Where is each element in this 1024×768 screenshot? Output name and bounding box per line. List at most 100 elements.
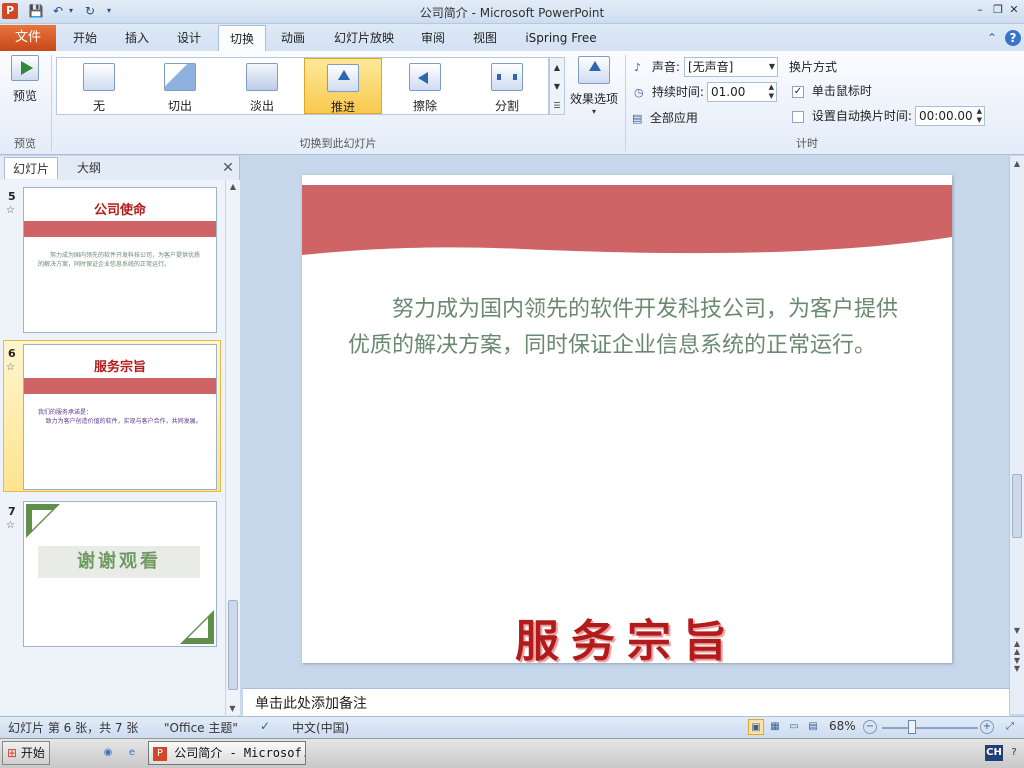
zoom-level[interactable]: 68% [829, 719, 856, 733]
next-slide-icon[interactable]: ▼ ▼ [1010, 657, 1024, 673]
scroll-down-icon[interactable]: ▼ [226, 704, 239, 713]
tab-design[interactable]: 设计 [166, 25, 212, 51]
transition-wipe[interactable]: 擦除 [386, 58, 464, 114]
file-tab[interactable]: 文件 [0, 25, 56, 51]
thumb-body: 努力成为国内领先的软件开发科技公司，为客户提供优质的解决方案，同时保证企业信息系… [38, 252, 201, 268]
transition-push[interactable]: 推进 [304, 58, 382, 114]
zoom-out-icon[interactable]: − [863, 720, 877, 734]
reading-view-icon[interactable]: ▭ [786, 719, 802, 735]
theme-status[interactable]: "Office 主题" [164, 719, 238, 736]
fit-to-window-icon[interactable]: ⤢ [1002, 719, 1018, 735]
ie-browser-icon[interactable]: e [124, 745, 140, 761]
gallery-down-icon[interactable]: ▼ [550, 77, 564, 96]
taskbar-powerpoint-item[interactable]: P 公司简介 - Microsof... [148, 741, 306, 765]
scroll-thumb[interactable] [1012, 474, 1022, 538]
transition-none[interactable]: 无 [60, 58, 138, 114]
scroll-up-icon[interactable]: ▲ [226, 182, 240, 191]
timing-group-label: 计时 [796, 137, 818, 150]
preview-button[interactable]: 预览 [4, 55, 46, 125]
effect-options-button[interactable]: 效果选项 ▾ [567, 56, 621, 126]
apply-all-button[interactable]: ▤ 全部应用 [632, 108, 698, 128]
effect-options-icon [578, 56, 610, 84]
gallery-up-icon[interactable]: ▲ [550, 58, 564, 77]
stepper-arrows-icon: ▲ ▼ [768, 83, 774, 100]
thumb-banner [24, 378, 216, 394]
close-button[interactable]: ✕ [1006, 3, 1022, 17]
close-panel-icon[interactable]: ✕ [220, 160, 236, 176]
on-click-checkbox[interactable]: ✓ [792, 85, 804, 98]
advance-header: 换片方式 [789, 60, 838, 74]
tab-animations[interactable]: 动画 [272, 25, 314, 51]
tab-slides[interactable]: 幻灯片 [4, 157, 58, 179]
normal-view-icon[interactable]: ▣ [748, 719, 764, 735]
effect-options-dropdown-icon: ▾ [591, 107, 596, 116]
slide-number: 7 [8, 505, 16, 518]
sound-dropdown[interactable]: [无声音] ▼ [684, 57, 778, 77]
previous-slide-icon[interactable]: ▲ ▲ [1010, 640, 1024, 656]
collapse-ribbon-icon[interactable]: ⌃ [984, 30, 1000, 46]
corner-decoration [32, 510, 52, 530]
slide-sorter-icon[interactable]: ▦ [767, 719, 783, 735]
panel-scrollbar[interactable]: ▲ ▼ [225, 180, 240, 715]
start-button[interactable]: ⊞ 开始 [2, 741, 50, 765]
transition-split[interactable]: 分割 [468, 58, 546, 114]
transition-fade[interactable]: 淡出 [223, 58, 301, 114]
tab-insert[interactable]: 插入 [114, 25, 160, 51]
tab-home[interactable]: 开始 [62, 25, 108, 51]
tab-review[interactable]: 审阅 [412, 25, 454, 51]
slide-thumbnail-image[interactable]: 公司使命 努力成为国内领先的软件开发科技公司，为客户提供优质的解决方案，同时保证… [23, 187, 217, 333]
slide-thumbnail-image[interactable]: 服务宗旨 我们的服务承诺是： 致力为客户创造价值的软件，实现与客户合作，共同发展… [23, 344, 217, 490]
transition-star-icon: ☆ [6, 205, 15, 216]
slide-body-text[interactable]: 努力成为国内领先的软件开发科技公司，为客户提供优质的解决方案，同时保证企业信息系… [348, 292, 908, 364]
gallery-scroll: ▲ ▼ ☰ [549, 57, 565, 115]
clock-icon: ◷ [634, 86, 644, 99]
language-status[interactable]: 中文(中国) [292, 719, 349, 736]
scroll-down-icon[interactable]: ▼ [1010, 626, 1024, 635]
editor-scrollbar[interactable]: ▲ ▼ ▲ ▲ ▼ ▼ [1009, 156, 1024, 714]
slide-show-icon[interactable]: ▤ [805, 719, 821, 735]
auto-after-checkbox[interactable] [792, 110, 804, 123]
windows-logo-icon: ⊞ [7, 746, 18, 760]
tab-ispring[interactable]: iSpring Free [516, 25, 606, 51]
current-slide[interactable] [302, 175, 952, 663]
duration-row: ◷ 持续时间: [634, 82, 704, 102]
auto-after-checkbox-row[interactable]: 设置自动换片时间: [792, 106, 912, 126]
zoom-slider-track[interactable] [882, 727, 978, 729]
duration-stepper[interactable]: 01.00 ▲ ▼ [707, 82, 777, 102]
notes-placeholder[interactable]: 单击此处添加备注 [255, 693, 367, 713]
zoom-in-icon[interactable]: + [980, 720, 994, 734]
scroll-up-icon[interactable]: ▲ [1010, 159, 1024, 168]
corner-decoration [188, 618, 208, 638]
start-label: 开始 [20, 746, 45, 760]
slide-title-text[interactable]: 服务宗旨 [302, 605, 952, 669]
on-click-checkbox-row[interactable]: ✓ 单击鼠标时 [792, 81, 872, 101]
group-separator [51, 55, 52, 151]
help-icon[interactable]: ? [1005, 30, 1021, 46]
zoom-slider-thumb[interactable] [908, 720, 916, 734]
tab-slide-show[interactable]: 幻灯片放映 [326, 25, 402, 51]
slide-thumbnail-image[interactable]: 谢谢观看 [23, 501, 217, 647]
gallery-more-icon[interactable]: ☰ [550, 96, 564, 115]
transition-split-icon [491, 63, 523, 91]
taskbar-item-label: 公司简介 - Microsof... [174, 746, 305, 760]
transition-star-icon: ☆ [6, 362, 15, 373]
tray-help-icon[interactable]: ? [1006, 745, 1022, 761]
tab-view[interactable]: 视图 [464, 25, 506, 51]
minimize-button[interactable]: – [972, 3, 988, 17]
sound-value: [无声音] [688, 60, 734, 74]
transition-cut[interactable]: 切出 [141, 58, 219, 114]
powerpoint-icon: P [153, 746, 167, 761]
slide-number: 5 [8, 190, 16, 203]
restore-button[interactable]: ❐ [990, 3, 1006, 17]
group-separator [625, 55, 626, 151]
duration-value: 01.00 [711, 85, 746, 99]
scroll-thumb[interactable] [228, 600, 238, 690]
tab-transitions[interactable]: 切换 [218, 25, 266, 51]
transition-label: 淡出 [249, 99, 274, 113]
spell-check-icon[interactable]: ✓ [260, 719, 270, 733]
transition-push-icon [327, 64, 359, 92]
auto-after-stepper[interactable]: 00:00.00 ▲ ▼ [915, 106, 985, 126]
tab-outline[interactable]: 大纲 [62, 157, 116, 179]
quick-launch-icon[interactable]: ◉ [100, 745, 116, 761]
ime-indicator[interactable]: CH [985, 745, 1003, 761]
